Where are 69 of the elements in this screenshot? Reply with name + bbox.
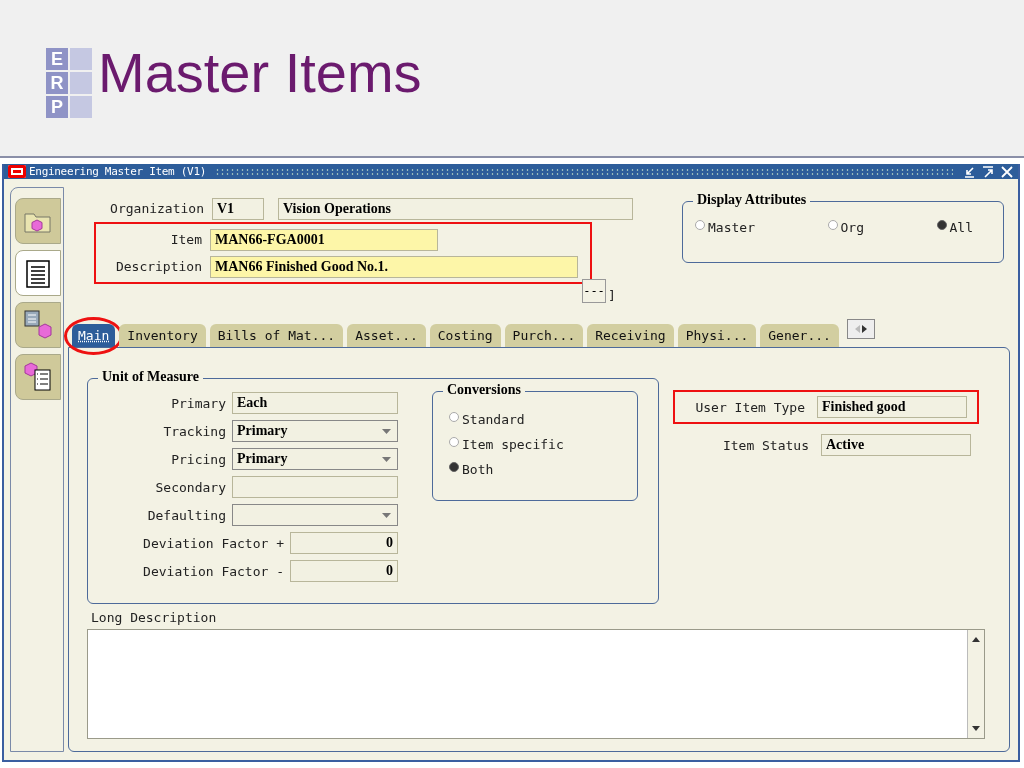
dropdown-field[interactable]: Primary (232, 448, 398, 470)
field-label: Item (169, 232, 202, 247)
number-field[interactable]: 0 (290, 532, 398, 554)
tab[interactable]: Bills of Mat... (209, 324, 344, 347)
radio-button[interactable] (827, 219, 838, 230)
tab[interactable]: Main (72, 324, 116, 347)
field-label: Secondary (155, 479, 226, 495)
radio-button[interactable] (449, 461, 459, 472)
item-status-field[interactable]: Active (821, 434, 971, 456)
organization-code-field[interactable]: V1 (212, 197, 264, 220)
logo-square (70, 72, 92, 94)
group-title: Display Attributes (693, 192, 811, 208)
tab[interactable]: Physi... (677, 324, 757, 347)
slide-title: Master Items (98, 39, 422, 105)
minimize-icon[interactable] (962, 164, 976, 179)
logo-square (70, 48, 92, 70)
ring-icon (8, 165, 26, 178)
left-right-arrows-icon (853, 324, 868, 334)
radio-button[interactable] (936, 219, 947, 230)
radio-option[interactable]: All (936, 220, 973, 235)
flexfield-button[interactable]: --- (582, 279, 606, 303)
close-icon[interactable] (1000, 164, 1014, 179)
logo-letter: R (46, 72, 68, 94)
field-label: User Item Type (695, 399, 805, 415)
logo-letter: P (46, 96, 68, 118)
tab[interactable]: Purch... (504, 324, 584, 347)
maximize-icon[interactable] (981, 164, 995, 179)
radio-button[interactable] (449, 411, 459, 422)
field-label: Pricing (171, 451, 226, 467)
tab[interactable]: Receiving (587, 324, 674, 347)
dropdown-field[interactable] (232, 504, 398, 526)
tab[interactable]: Inventory (119, 324, 206, 347)
field-label: Description (114, 259, 202, 274)
description-field[interactable]: MAN66 Finished Good No.1. (210, 255, 578, 278)
tab[interactable]: Costing (429, 324, 501, 347)
window-title: Engineering Master Item (V1) (29, 165, 207, 178)
radio-option[interactable]: Standard (449, 412, 637, 427)
tab[interactable]: Asset... (347, 324, 426, 347)
logo-letter: E (46, 48, 68, 70)
text-field[interactable]: Each (232, 392, 398, 414)
radio-option[interactable]: Master (695, 220, 755, 235)
side-tab[interactable] (15, 250, 61, 296)
side-tab[interactable] (15, 354, 61, 400)
field-label: Deviation Factor - (143, 563, 284, 579)
field-label: Deviation Factor + (143, 535, 284, 551)
tab-scroll-button[interactable] (846, 319, 875, 339)
radio-option[interactable]: Both (449, 462, 637, 477)
bracket-text: ] (608, 288, 616, 303)
dropdown-field[interactable]: Primary (232, 420, 398, 442)
number-field[interactable]: 0 (290, 560, 398, 582)
field-label: Primary (171, 395, 226, 411)
tab[interactable]: Gener... (760, 324, 839, 347)
field-label: Tracking (163, 423, 226, 439)
radio-option[interactable]: Item specific (449, 437, 637, 452)
user-item-type-field[interactable]: Finished good (817, 396, 967, 418)
caret-icon (382, 456, 391, 462)
caret-icon (382, 428, 391, 434)
field-label: Long Description (91, 610, 218, 625)
caret-icon (382, 512, 391, 518)
radio-button[interactable] (695, 219, 705, 230)
field-label: Item Status (722, 437, 809, 453)
field-label: Defaulting (147, 507, 226, 523)
radio-button[interactable] (449, 436, 459, 447)
item-field[interactable]: MAN66-FGA0001 (210, 228, 438, 251)
organization-name-field[interactable]: Vision Operations (278, 197, 633, 220)
text-field[interactable] (232, 476, 398, 498)
logo-square (70, 96, 92, 118)
radio-option[interactable]: Org (827, 220, 864, 235)
field-label: Organization (109, 201, 204, 216)
